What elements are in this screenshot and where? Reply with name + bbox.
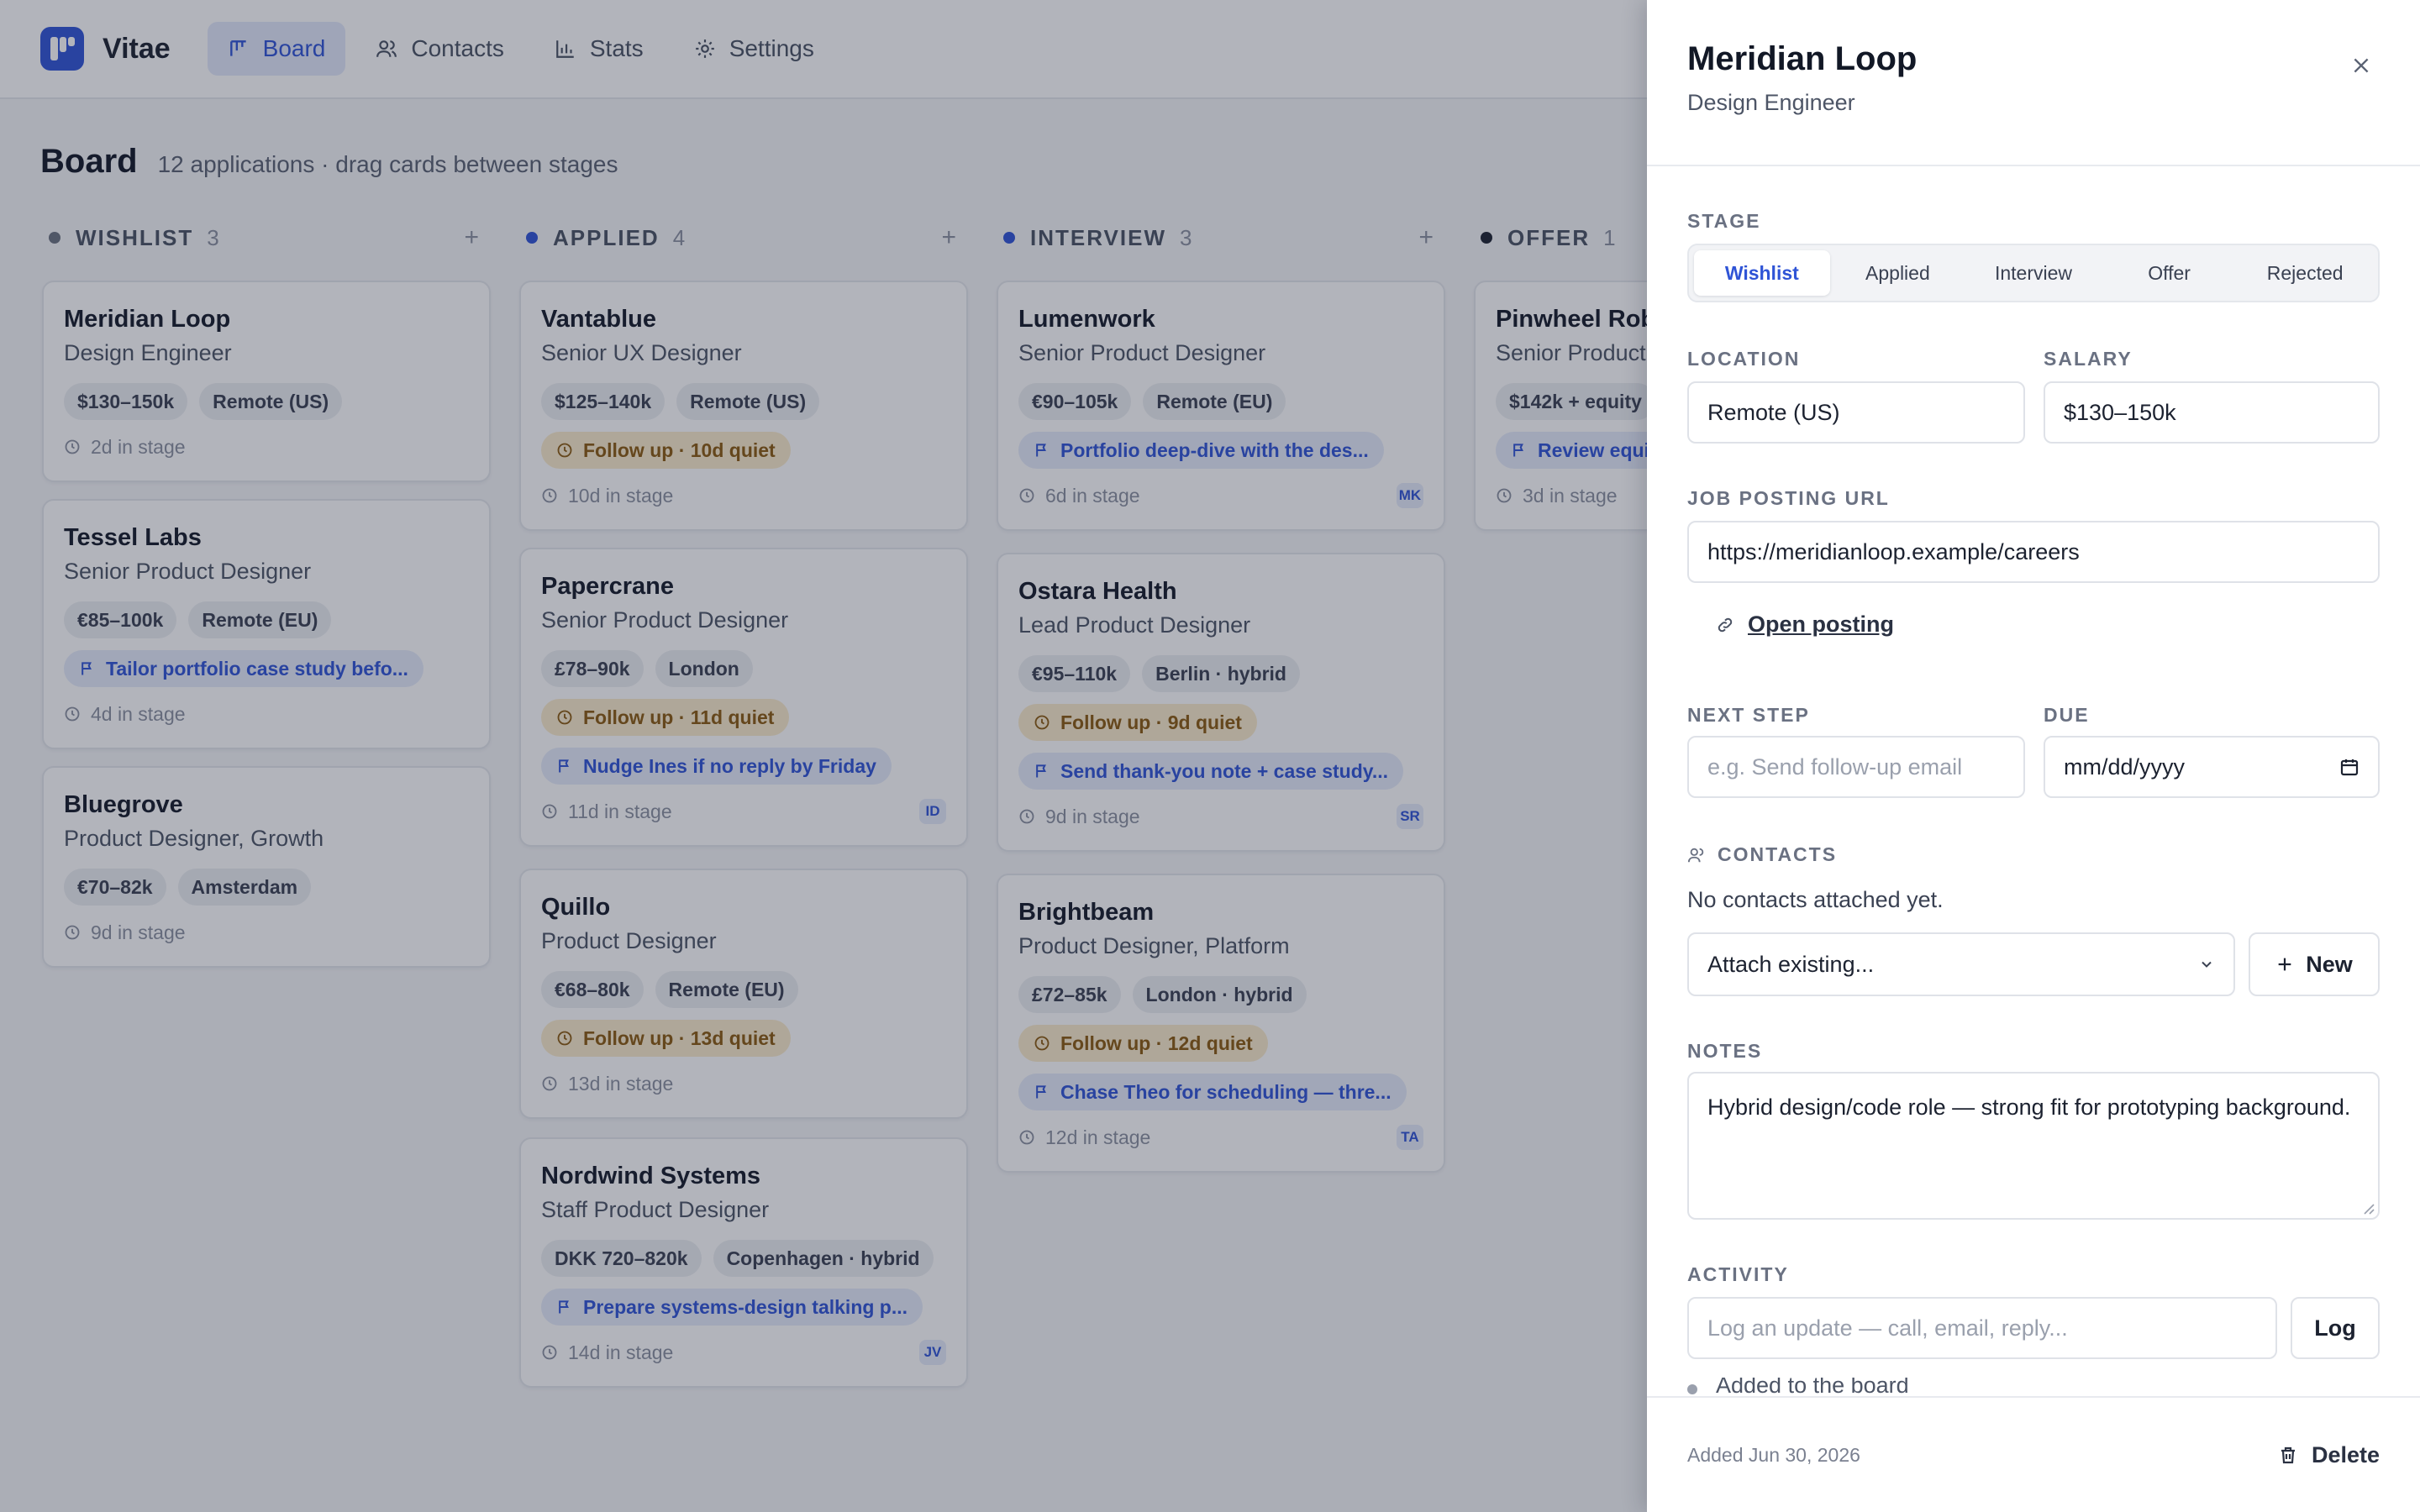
location-label: LOCATION (1687, 348, 1801, 370)
activity-input[interactable]: Log an update — call, email, reply... (1687, 1297, 2277, 1359)
close-button[interactable] (2343, 47, 2380, 84)
due-date-input[interactable]: mm/dd/yyyy (2044, 736, 2380, 798)
activity-dot (1687, 1384, 1697, 1394)
activity-list: Added to the board (1687, 1378, 2380, 1396)
panel-header: Meridian Loop Design Engineer (1687, 40, 1917, 116)
added-date: Added Jun 30, 2026 (1687, 1443, 1860, 1466)
due-date-placeholder: mm/dd/yyyy (2064, 753, 2186, 780)
modal-backdrop[interactable] (0, 0, 1647, 1512)
people-icon (1687, 848, 1704, 862)
stage-selector: Wishlist Applied Interview Offer Rejecte… (1687, 244, 2380, 302)
panel-title: Meridian Loop (1687, 40, 1918, 77)
panel-subtitle: Design Engineer (1687, 90, 1855, 115)
location-input[interactable]: Remote (US) (1687, 381, 2025, 444)
notes-textarea[interactable]: Hybrid design/code role — strong fit for… (1687, 1072, 2380, 1220)
stage-option-applied[interactable]: Applied (1830, 250, 1966, 296)
open-posting-link[interactable]: Open posting (1716, 612, 1894, 638)
next-step-label: NEXT STEP (1687, 704, 1810, 726)
open-posting-text: Open posting (1748, 612, 1894, 637)
activity-item: Added to the board (1716, 1378, 1909, 1396)
trash-icon (2281, 1446, 2295, 1464)
attach-existing-value: Attach existing... (1707, 951, 1875, 977)
delete-button[interactable]: Delete (2278, 1442, 2380, 1468)
activity-label: ACTIVITY (1687, 1263, 1789, 1285)
link-icon (1718, 617, 1733, 632)
stage-option-rejected[interactable]: Rejected (2237, 250, 2373, 296)
stage-option-interview[interactable]: Interview (1965, 250, 2102, 296)
salary-label: SALARY (2044, 348, 2133, 370)
new-contact-label: New (2306, 951, 2353, 977)
attach-existing-select[interactable]: Attach existing... (1687, 932, 2235, 996)
stage-label: STAGE (1687, 210, 1761, 232)
no-contacts-text: No contacts attached yet. (1687, 887, 1944, 912)
salary-input[interactable]: $130–150k (2044, 381, 2380, 444)
stage-option-offer[interactable]: Offer (2102, 250, 2238, 296)
contacts-label: CONTACTS (1718, 843, 1838, 865)
log-button[interactable]: Log (2291, 1297, 2380, 1359)
new-contact-button[interactable]: New (2249, 932, 2380, 996)
calendar-icon (2340, 759, 2359, 776)
job-url-input[interactable]: https://meridianloop.example/careers (1687, 521, 2380, 583)
chevron-down-icon (2202, 961, 2212, 968)
notes-text: Hybrid design/code role — strong fit for… (1707, 1095, 2351, 1120)
due-label: DUE (2044, 704, 2090, 726)
detail-panel: Meridian Loop Design Engineer STAGE Wish… (1647, 0, 2420, 1512)
delete-label: Delete (2311, 1441, 2380, 1467)
contacts-heading: CONTACTS (1687, 843, 1837, 866)
stage-option-wishlist[interactable]: Wishlist (1694, 250, 1830, 296)
close-icon (2354, 58, 2369, 73)
next-step-input[interactable]: e.g. Send follow-up email (1687, 736, 2025, 798)
notes-label: NOTES (1687, 1040, 1763, 1062)
panel-divider (1647, 165, 2420, 166)
plus-icon (2278, 958, 2291, 971)
job-url-label: JOB POSTING URL (1687, 487, 1890, 509)
resize-handle-icon[interactable] (2360, 1200, 2375, 1215)
panel-footer: Added Jun 30, 2026 Delete (1647, 1396, 2420, 1512)
